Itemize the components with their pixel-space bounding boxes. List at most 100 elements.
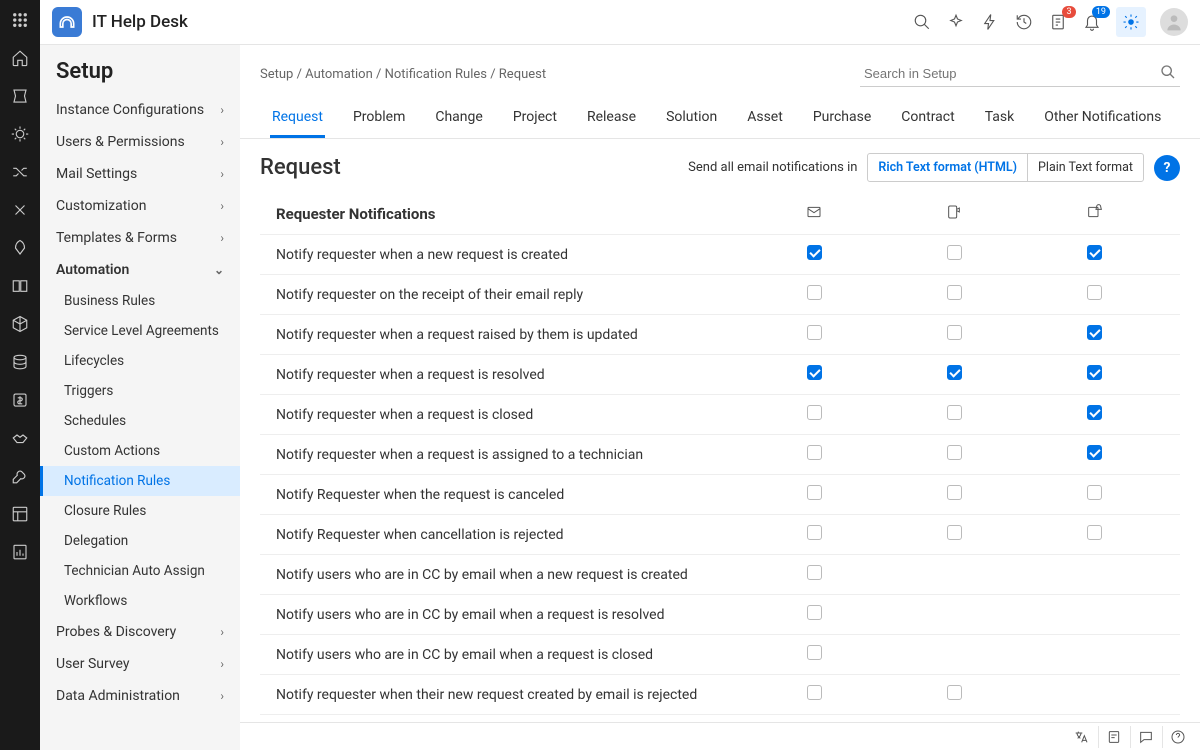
apps-icon[interactable] [10,10,30,30]
ticket-icon[interactable] [10,86,30,106]
chevron-right-icon: › [220,625,224,639]
sidebar-subitem[interactable]: Closure Rules [40,496,240,526]
checkbox[interactable] [807,485,822,500]
database-icon[interactable] [10,352,30,372]
book-icon[interactable] [10,276,30,296]
checkbox[interactable] [1087,485,1102,500]
checkbox[interactable] [1087,325,1102,340]
wrench-icon[interactable] [10,466,30,486]
cube-icon[interactable] [10,314,30,334]
tab[interactable]: Purchase [811,101,873,138]
sidebar-subitem[interactable]: Lifecycles [40,346,240,376]
tasks-badge: 3 [1062,6,1076,18]
checkbox[interactable] [947,285,962,300]
gear-icon[interactable] [1116,7,1146,37]
checkbox[interactable] [807,685,822,700]
sidebar-item[interactable]: Templates & Forms› [40,222,240,254]
sidebar-subitem[interactable]: Service Level Agreements [40,316,240,346]
checkbox[interactable] [947,525,962,540]
tab[interactable]: Change [433,101,484,138]
avatar[interactable] [1160,8,1188,36]
report-icon[interactable] [10,542,30,562]
help-button[interactable]: ? [1154,155,1180,181]
footer-bar [240,722,1200,750]
sidebar-subitem[interactable]: Notification Rules [40,466,240,496]
checkbox[interactable] [1087,405,1102,420]
checkbox[interactable] [947,365,962,380]
checkbox[interactable] [947,245,962,260]
checkbox[interactable] [807,565,822,580]
bolt-icon[interactable] [980,12,1000,32]
sidebar-subitem[interactable]: Custom Actions [40,436,240,466]
sidebar-item-automation[interactable]: Automation ⌄ [40,254,240,286]
tab[interactable]: Asset [745,101,785,138]
sidebar-subitem[interactable]: Workflows [40,586,240,616]
tasks-icon[interactable]: 3 [1048,12,1068,32]
shuffle-icon[interactable] [10,162,30,182]
rich-text-button[interactable]: Rich Text format (HTML) [868,154,1027,181]
tab[interactable]: Problem [351,101,407,138]
tab[interactable]: Request [270,101,325,138]
note-icon[interactable] [1098,726,1128,748]
breadcrumb[interactable]: Setup / Automation / Notification Rules … [260,67,546,82]
search-icon[interactable] [1160,64,1176,80]
layout-icon[interactable] [10,504,30,524]
rocket-icon[interactable] [10,238,30,258]
dollar-icon[interactable] [10,390,30,410]
checkbox[interactable] [807,605,822,620]
checkbox[interactable] [807,405,822,420]
tab[interactable]: Other Notifications [1042,101,1163,138]
sidebar-item[interactable]: Mail Settings› [40,158,240,190]
checkbox[interactable] [807,245,822,260]
sidebar-item[interactable]: Probes & Discovery› [40,616,240,648]
row-label: Notify requester when a request raised b… [276,327,744,343]
handshake-icon[interactable] [10,428,30,448]
checkbox[interactable] [947,325,962,340]
checkbox[interactable] [807,445,822,460]
checkbox[interactable] [1087,525,1102,540]
checkbox[interactable] [807,645,822,660]
checkbox[interactable] [807,285,822,300]
sidebar-subitem[interactable]: Schedules [40,406,240,436]
tools-icon[interactable] [10,200,30,220]
checkbox[interactable] [947,445,962,460]
help-icon[interactable] [1162,726,1192,748]
tab[interactable]: Release [585,101,638,138]
tab[interactable]: Task [983,101,1017,138]
bell-icon[interactable]: 19 [1082,12,1102,32]
plain-text-button[interactable]: Plain Text format [1027,154,1143,181]
setup-search-input[interactable] [860,61,1180,87]
checkbox[interactable] [1087,285,1102,300]
checkbox[interactable] [1087,245,1102,260]
tab[interactable]: Contract [899,101,956,138]
sidebar-item[interactable]: Users & Permissions› [40,126,240,158]
row-label: Notify Requester when the request is can… [276,487,744,503]
history-icon[interactable] [1014,12,1034,32]
sidebar-subitem[interactable]: Delegation [40,526,240,556]
checkbox[interactable] [807,525,822,540]
sidebar-item[interactable]: User Survey› [40,648,240,680]
sparkle-icon[interactable] [946,12,966,32]
checkbox[interactable] [1087,365,1102,380]
checkbox[interactable] [947,485,962,500]
chat-icon[interactable] [1130,726,1160,748]
sidebar-subitem[interactable]: Triggers [40,376,240,406]
tab[interactable]: Solution [664,101,719,138]
sidebar-item[interactable]: Customization› [40,190,240,222]
bug-icon[interactable] [10,124,30,144]
search-icon[interactable] [912,12,932,32]
sidebar-item[interactable]: Instance Configurations› [40,94,240,126]
checkbox[interactable] [807,325,822,340]
row-label: Notify users who are in CC by email when… [276,567,744,583]
home-icon[interactable] [10,48,30,68]
sidebar-subitem[interactable]: Technician Auto Assign [40,556,240,586]
checkbox[interactable] [947,685,962,700]
language-icon[interactable] [1066,726,1096,748]
checkbox[interactable] [1087,445,1102,460]
left-rail [0,0,40,750]
tab[interactable]: Project [511,101,559,138]
sidebar-subitem[interactable]: Business Rules [40,286,240,316]
checkbox[interactable] [947,405,962,420]
checkbox[interactable] [807,365,822,380]
sidebar-item[interactable]: Data Administration› [40,680,240,712]
